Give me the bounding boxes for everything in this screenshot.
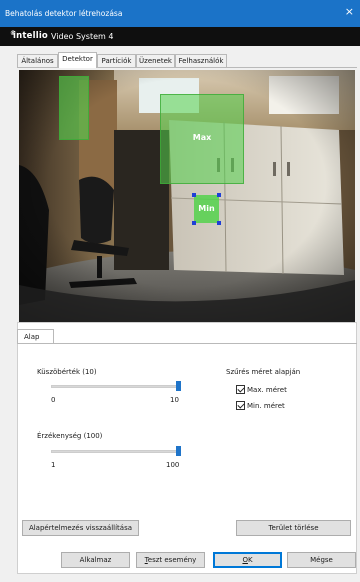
min-size-zone[interactable]: Min [192,193,221,225]
close-icon[interactable]: × [345,6,354,17]
tab-alap[interactable]: Alap [17,329,54,343]
min-size-label: Min [198,204,215,213]
tab-felhasznalok[interactable]: Felhasználók [175,54,227,67]
max-size-label: Max [192,133,212,142]
title-bar: Behatolás detektor létrehozása × [0,0,360,27]
subtab-divider [17,343,357,344]
reset-defaults-button[interactable]: Alapértelmezés visszaállítása [22,520,139,536]
cancel-button[interactable]: Mégse [287,552,356,568]
tab-altalanos[interactable]: Általános [17,54,58,67]
size-filter-heading: Szűrés méret alapján [226,368,301,376]
threshold-track [51,385,181,388]
sensitivity-thumb[interactable] [176,446,181,456]
test-event-label: eszt esemény [147,556,197,564]
exclusion-zone[interactable] [59,76,89,140]
sensitivity-max: 100 [166,461,180,469]
min-size-checkbox-label: Min. méret [247,401,285,410]
threshold-min: 0 [51,396,56,404]
sensitivity-label: Érzékenység (100) [37,432,103,440]
threshold-slider[interactable] [51,381,181,391]
camera-view[interactable]: Max Min [19,70,355,322]
tab-particiok[interactable]: Partíciók [97,54,136,67]
threshold-label: Küszöbérték (10) [37,368,97,376]
brand-bar: ® intellio Video System 4 [0,27,360,46]
resize-handle-bottom-right[interactable] [217,221,221,225]
threshold-thumb[interactable] [176,381,181,391]
brand-logo: ® intellio [10,30,48,41]
brand-product: Video System 4 [51,32,114,41]
window-title: Behatolás detektor létrehozása [5,9,123,18]
clear-area-button[interactable]: Terület törlése [236,520,351,536]
ok-button[interactable]: OK [213,552,282,568]
min-size-checkbox[interactable]: Min. méret [236,401,285,410]
max-size-check-icon[interactable] [236,385,245,394]
min-size-check-icon[interactable] [236,401,245,410]
brand-logo-mark: ® [10,30,17,37]
tab-uzenetek[interactable]: Üzenetek [136,54,175,67]
threshold-max: 10 [170,396,179,404]
max-size-checkbox[interactable]: Max. méret [236,385,287,394]
max-size-checkbox-label: Max. méret [247,385,287,394]
ok-label: K [247,556,253,564]
sensitivity-min: 1 [51,461,56,469]
resize-handle-bottom-left[interactable] [192,221,196,225]
brand-logo-text: intellio [13,31,48,41]
resize-handle-top-left[interactable] [192,193,196,197]
test-event-button[interactable]: Teszt esemény [136,552,205,568]
apply-button[interactable]: Alkalmaz [61,552,130,568]
sensitivity-track [51,450,181,453]
tab-detektor[interactable]: Detektor [58,52,97,68]
resize-handle-top-right[interactable] [217,193,221,197]
max-size-zone[interactable]: Max [160,94,244,184]
sensitivity-slider[interactable] [51,446,181,456]
